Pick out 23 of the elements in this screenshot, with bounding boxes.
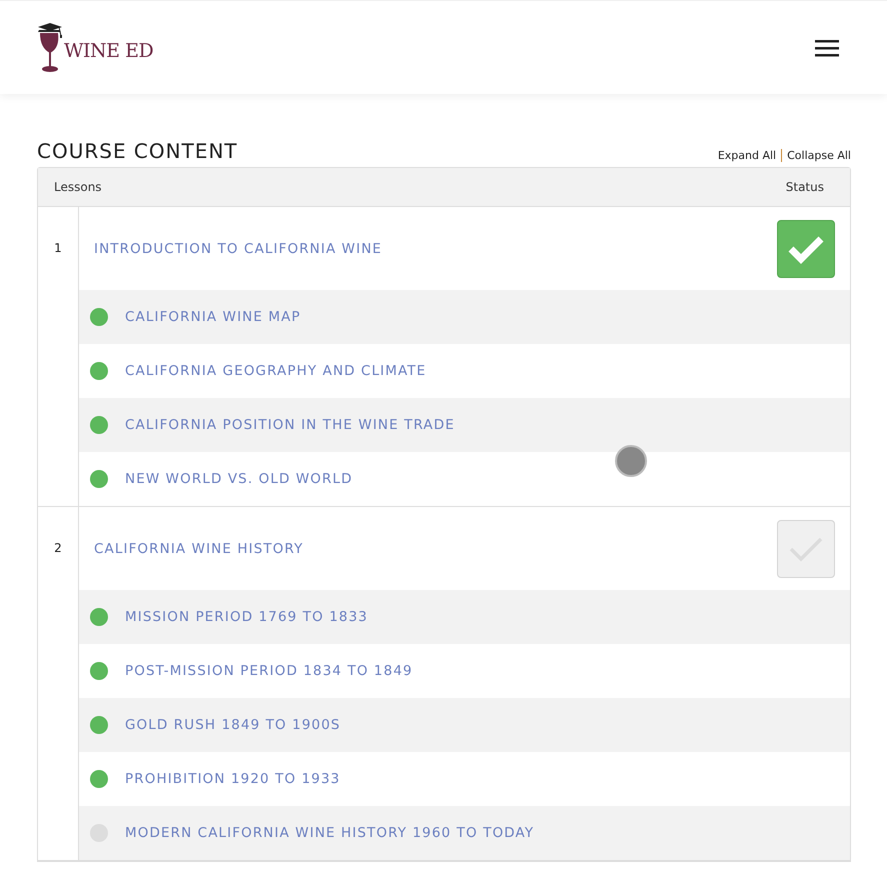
topic-title[interactable]: PROHIBITION 1920 TO 1933 xyxy=(125,771,340,787)
lesson-number: 2 xyxy=(54,541,62,555)
topic-title[interactable]: GOLD RUSH 1849 TO 1900S xyxy=(125,717,341,733)
column-header: Status xyxy=(786,180,824,194)
lesson-title[interactable]: CALIFORNIA WINE HISTORY xyxy=(94,540,304,556)
logo-text[interactable]: WINE ED xyxy=(64,40,154,62)
expand-all-link[interactable]: Expand All xyxy=(718,149,776,162)
topic-title[interactable]: NEW WORLD VS. OLD WORLD xyxy=(125,471,353,487)
column-header: Lessons xyxy=(54,180,102,194)
lesson-number: 1 xyxy=(54,241,62,255)
topic-title[interactable]: CALIFORNIA WINE MAP xyxy=(125,309,301,325)
topic-title[interactable]: MISSION PERIOD 1769 TO 1833 xyxy=(125,609,368,625)
collapse-all-link[interactable]: Collapse All xyxy=(787,149,851,162)
topic-title[interactable]: CALIFORNIA GEOGRAPHY AND CLIMATE xyxy=(125,363,426,379)
topic-title[interactable]: MODERN CALIFORNIA WINE HISTORY 1960 TO TODAY xyxy=(125,825,534,841)
topic-title[interactable]: CALIFORNIA POSITION IN THE WINE TRADE xyxy=(125,417,455,433)
touch-cursor-icon xyxy=(615,445,647,477)
checkmark-icon xyxy=(787,234,825,264)
menu-icon[interactable] xyxy=(815,38,839,56)
lesson-title[interactable]: INTRODUCTION TO CALIFORNIA WINE xyxy=(94,240,382,256)
section-title: COURSE CONTENT xyxy=(37,139,238,163)
wine-glass-icon xyxy=(37,22,63,74)
topic-title[interactable]: POST-MISSION PERIOD 1834 TO 1849 xyxy=(125,663,413,679)
